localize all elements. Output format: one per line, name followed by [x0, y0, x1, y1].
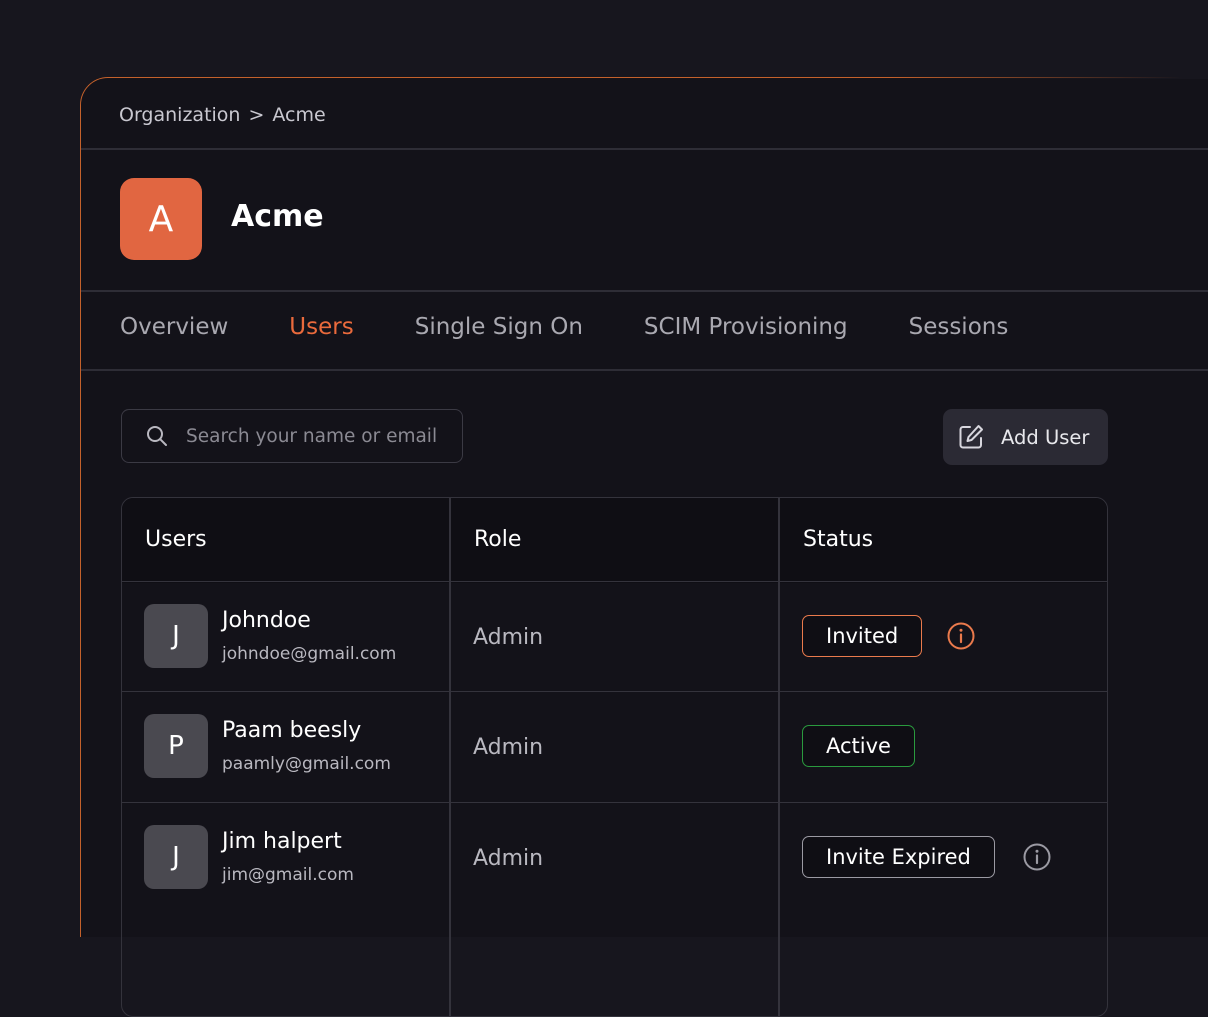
user-name: Paam beesly — [222, 718, 362, 743]
organization-panel: Organization > Acme A Acme Overview User… — [79, 76, 1208, 1017]
column-divider — [778, 498, 780, 1016]
org-avatar: A — [120, 178, 202, 260]
info-icon[interactable] — [1022, 842, 1052, 872]
add-user-button[interactable]: Add User — [943, 409, 1108, 465]
column-header-status[interactable]: Status — [803, 527, 873, 552]
user-name: Jim halpert — [222, 829, 342, 854]
breadcrumb-current: Acme — [272, 104, 326, 126]
page-title: Acme — [231, 199, 324, 234]
info-icon[interactable] — [946, 621, 976, 651]
user-role: Admin — [473, 735, 544, 760]
table-row[interactable]: J Johndoe johndoe@gmail.com Admin Invite… — [122, 581, 1107, 692]
status-badge: Active — [802, 725, 915, 767]
avatar-initial: J — [172, 621, 180, 651]
user-name: Johndoe — [222, 608, 311, 633]
user-email: jim@gmail.com — [222, 865, 354, 885]
user-role: Admin — [473, 846, 544, 871]
org-avatar-initial: A — [148, 198, 174, 240]
tab-scim-provisioning[interactable]: SCIM Provisioning — [644, 314, 848, 340]
tab-overview[interactable]: Overview — [120, 314, 228, 340]
users-table: Users Role Status J Johndoe johndoe@gmai… — [121, 497, 1108, 1017]
status-badge: Invited — [802, 615, 923, 657]
user-email: johndoe@gmail.com — [222, 644, 397, 664]
tab-bar: Overview Users Single Sign On SCIM Provi… — [120, 314, 1069, 340]
search-box[interactable] — [121, 409, 463, 463]
avatar: J — [144, 825, 208, 889]
tab-single-sign-on[interactable]: Single Sign On — [415, 314, 583, 340]
breadcrumb-separator: > — [248, 104, 265, 126]
avatar: J — [144, 604, 208, 668]
avatar: P — [144, 714, 208, 778]
header-divider — [81, 148, 1208, 150]
breadcrumb: Organization > Acme — [119, 104, 326, 126]
edit-icon — [959, 425, 983, 449]
column-header-users[interactable]: Users — [145, 527, 207, 552]
tab-sessions[interactable]: Sessions — [909, 314, 1009, 340]
search-input[interactable] — [184, 424, 458, 448]
user-role: Admin — [473, 625, 544, 650]
search-icon — [147, 426, 167, 446]
user-email: paamly@gmail.com — [222, 754, 391, 774]
add-user-label: Add User — [1001, 425, 1090, 449]
status-badge: Invite Expired — [802, 836, 995, 878]
table-row[interactable]: J Jim halpert jim@gmail.com Admin Invite… — [122, 802, 1107, 913]
title-divider — [81, 290, 1208, 292]
column-divider — [449, 498, 451, 1016]
table-row[interactable]: P Paam beesly paamly@gmail.com Admin Act… — [122, 691, 1107, 802]
column-header-role[interactable]: Role — [474, 527, 521, 552]
avatar-initial: P — [168, 731, 184, 761]
tab-users[interactable]: Users — [289, 314, 353, 340]
tabs-divider — [81, 369, 1208, 371]
breadcrumb-root[interactable]: Organization — [119, 104, 240, 126]
table-header: Users Role Status — [122, 498, 1107, 583]
avatar-initial: J — [172, 842, 180, 872]
